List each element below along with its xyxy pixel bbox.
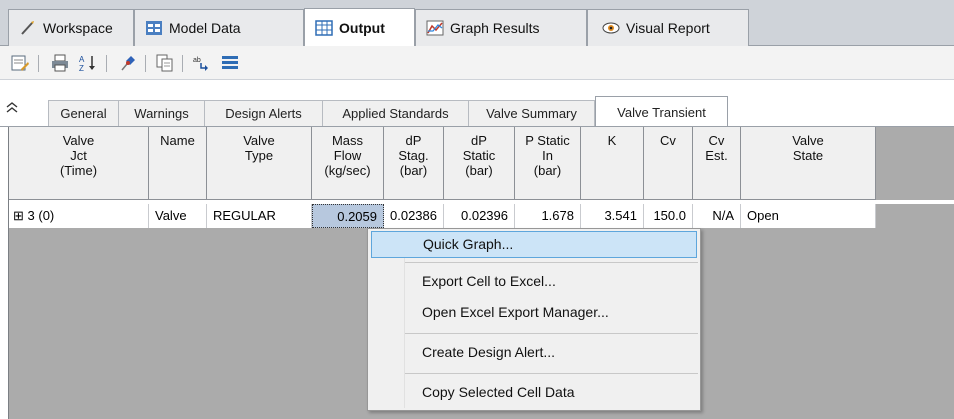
menu-item-quick-graph[interactable]: Quick Graph... [371,231,697,258]
pin-icon[interactable] [118,54,138,72]
sub-tab-label: Warnings [134,106,189,121]
output-toolbar: AZ ab [0,46,954,80]
output-table-icon [315,19,333,37]
column-header[interactable]: Valve State [741,127,876,200]
transpose-icon[interactable]: ab [192,54,212,72]
tab-model-data[interactable]: Model Data [134,9,304,46]
tab-label: Model Data [169,20,241,36]
graph-icon [426,19,444,37]
tab-valve-summary[interactable]: Valve Summary [468,100,595,127]
sort-icon[interactable]: AZ [78,54,98,73]
column-header[interactable]: Valve Type [207,127,312,200]
sub-tab-label: Valve Transient [617,104,706,120]
menu-item-copy-selected-cell-data[interactable]: Copy Selected Cell Data [371,379,697,406]
toolbar-separator [145,55,146,72]
tab-label: Output [339,19,385,36]
table-row-jct-cell[interactable]: ⊞ 3 (0) [9,204,149,228]
main-tab-bar: Workspace Model Data Output Graph Result… [0,0,954,46]
table-cell-cv[interactable]: 150.0 [644,204,693,228]
expand-row-icon[interactable]: ⊞ [13,208,24,223]
modify-output-icon[interactable] [10,54,30,72]
tab-label: Visual Report [626,20,710,36]
table-cell-cv-est[interactable]: N/A [693,204,741,228]
svg-text:Z: Z [79,64,84,72]
output-section-tabs: General Warnings Design Alerts Applied S… [0,90,954,127]
svg-text:A: A [79,55,85,64]
menu-separator [405,333,698,334]
jct-value: 3 (0) [27,208,55,223]
sub-tab-label: Design Alerts [225,106,302,121]
menu-item-open-excel-export-manager[interactable]: Open Excel Export Manager... [371,299,697,326]
column-header[interactable]: dP Stag. (bar) [384,127,444,200]
tab-workspace[interactable]: Workspace [8,9,134,46]
toolbar-separator [106,55,107,72]
table-cell-dp-stag[interactable]: 0.02386 [384,204,444,228]
column-header[interactable]: Valve Jct (Time) [9,127,149,200]
column-header[interactable]: Name [149,127,207,200]
toolbar-separator [38,55,39,72]
tab-general[interactable]: General [48,100,118,127]
table-cell-mass-flow-selected[interactable]: 0.2059 [312,204,384,228]
column-header[interactable]: Cv Est. [693,127,741,200]
column-header[interactable]: dP Static (bar) [444,127,515,200]
tab-applied-standards[interactable]: Applied Standards [322,100,468,127]
context-menu: Quick Graph... Export Cell to Excel... O… [367,228,701,411]
column-header[interactable]: P Static In (bar) [515,127,581,200]
workspace-icon [19,19,37,37]
sub-tab-label: Valve Summary [486,106,577,121]
tab-design-alerts[interactable]: Design Alerts [204,100,322,127]
tab-output[interactable]: Output [304,8,415,46]
menu-separator [405,373,698,374]
svg-text:ab: ab [193,57,201,64]
eye-icon [602,19,620,37]
model-data-icon [145,19,163,37]
copy-icon[interactable] [155,54,175,72]
table-cell-valve-state[interactable]: Open [741,204,876,228]
menu-item-export-cell-to-excel[interactable]: Export Cell to Excel... [371,268,697,295]
column-header[interactable]: K [581,127,644,200]
tab-label: Workspace [43,20,113,36]
print-icon[interactable] [50,54,70,72]
menu-separator [405,262,698,263]
table-cell-name[interactable]: Valve [149,204,207,228]
column-header[interactable]: Cv [644,127,693,200]
menu-item-create-design-alert[interactable]: Create Design Alert... [371,339,697,366]
tab-graph-results[interactable]: Graph Results [415,9,587,46]
table-cell-k[interactable]: 3.541 [581,204,644,228]
collapse-chevron-icon[interactable] [5,100,19,116]
toolbar-separator [182,55,183,72]
tab-label: Graph Results [450,20,540,36]
tab-warnings[interactable]: Warnings [118,100,204,127]
table-cell-dp-static[interactable]: 0.02396 [444,204,515,228]
sub-tab-label: General [60,106,107,121]
column-header[interactable]: Mass Flow (kg/sec) [312,127,384,200]
tab-valve-transient[interactable]: Valve Transient [595,96,728,127]
table-cell-p-static-in[interactable]: 1.678 [515,204,581,228]
table-cell-valve-type[interactable]: REGULAR [207,204,312,228]
sub-tab-label: Applied Standards [342,106,449,121]
list-icon[interactable] [220,54,240,72]
tab-visual-report[interactable]: Visual Report [587,9,749,46]
